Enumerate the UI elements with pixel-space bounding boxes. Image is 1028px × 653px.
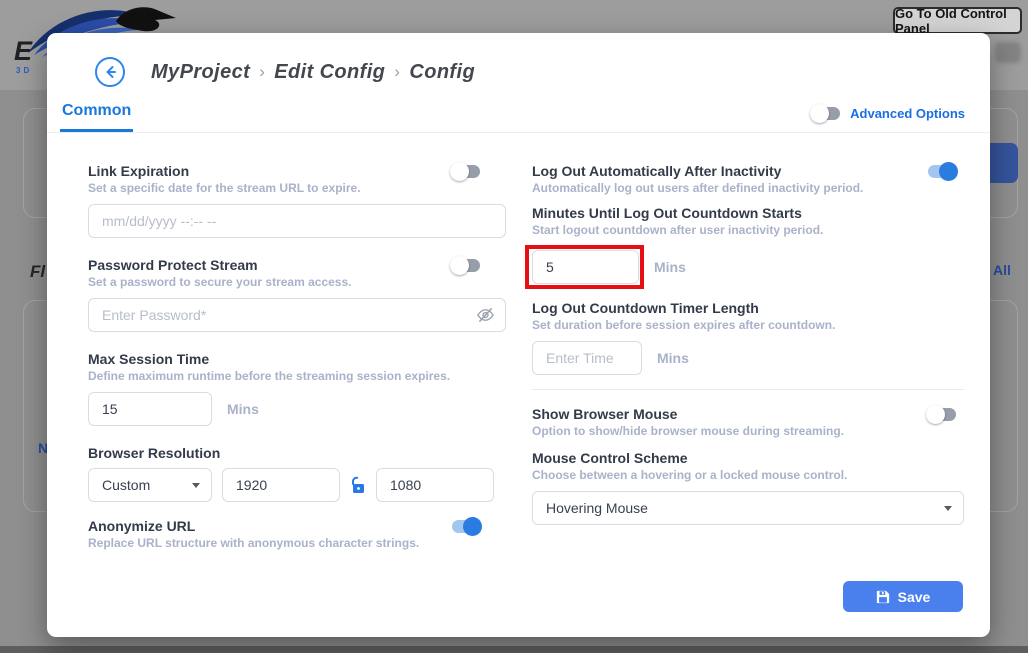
page-footer-strip bbox=[0, 646, 1028, 653]
toggle-knob bbox=[810, 104, 829, 123]
user-menu-blob[interactable] bbox=[995, 42, 1021, 63]
mouse-scheme-value: Hovering Mouse bbox=[546, 500, 648, 516]
show-mouse-toggle[interactable] bbox=[928, 408, 956, 421]
countdown-start-field: Minutes Until Log Out Countdown Starts S… bbox=[532, 205, 964, 284]
link-expiration-description: Set a specific date for the stream URL t… bbox=[88, 181, 506, 195]
password-protect-toggle[interactable] bbox=[452, 259, 480, 272]
password-protect-label: Password Protect Stream bbox=[88, 257, 258, 273]
countdown-length-description: Set duration before session expires afte… bbox=[532, 318, 964, 332]
brand-logo-text-fragment: E bbox=[14, 36, 33, 67]
breadcrumb: MyProject › Edit Config › Config bbox=[151, 61, 475, 84]
dialog-content: Link Expiration Set a specific date for … bbox=[47, 133, 990, 569]
resolution-preset-select[interactable]: Custom bbox=[88, 468, 212, 502]
browser-resolution-field: Browser Resolution Custom bbox=[88, 445, 506, 502]
mouse-scheme-label: Mouse Control Scheme bbox=[532, 450, 688, 466]
countdown-start-input[interactable] bbox=[532, 250, 639, 284]
resolution-height-input[interactable] bbox=[376, 468, 494, 502]
caret-down-icon bbox=[944, 506, 952, 511]
auto-logout-field: Log Out Automatically After Inactivity A… bbox=[532, 163, 964, 195]
anonymize-url-description: Replace URL structure with anonymous cha… bbox=[88, 536, 506, 550]
tab-bar: Common Advanced Options bbox=[47, 102, 990, 133]
link-expiration-toggle[interactable] bbox=[452, 165, 480, 178]
save-button-label: Save bbox=[898, 589, 931, 605]
arrow-left-icon bbox=[102, 64, 118, 80]
countdown-start-label: Minutes Until Log Out Countdown Starts bbox=[532, 205, 802, 221]
breadcrumb-edit-config[interactable]: Edit Config bbox=[274, 61, 385, 84]
advanced-options-label: Advanced Options bbox=[850, 106, 965, 121]
eye-off-icon[interactable] bbox=[476, 306, 495, 324]
auto-logout-label: Log Out Automatically After Inactivity bbox=[532, 163, 781, 179]
anonymize-url-field: Anonymize URL Replace URL structure with… bbox=[88, 518, 506, 550]
link-expiration-label: Link Expiration bbox=[88, 163, 189, 179]
browser-resolution-label: Browser Resolution bbox=[88, 445, 220, 461]
max-session-label: Max Session Time bbox=[88, 351, 209, 367]
max-session-input[interactable] bbox=[88, 392, 212, 426]
countdown-length-input[interactable] bbox=[532, 341, 642, 375]
floppy-disk-icon bbox=[876, 590, 890, 604]
toggle-knob bbox=[939, 162, 958, 181]
toggle-knob bbox=[450, 162, 469, 181]
toggle-knob bbox=[450, 256, 469, 275]
background-heading-fragment: Fl bbox=[30, 262, 45, 282]
resolution-width-input[interactable] bbox=[222, 468, 340, 502]
config-dialog: MyProject › Edit Config › Config Common … bbox=[47, 33, 990, 637]
breadcrumb-config: Config bbox=[409, 61, 475, 84]
show-mouse-label: Show Browser Mouse bbox=[532, 406, 677, 422]
countdown-length-field: Log Out Countdown Timer Length Set durat… bbox=[532, 300, 964, 375]
countdown-length-label: Log Out Countdown Timer Length bbox=[532, 300, 759, 316]
auto-logout-toggle[interactable] bbox=[928, 165, 956, 178]
advanced-options-toggle[interactable] bbox=[812, 107, 840, 120]
breadcrumb-separator: › bbox=[394, 62, 400, 82]
max-session-field: Max Session Time Define maximum runtime … bbox=[88, 351, 506, 426]
section-divider bbox=[532, 389, 964, 390]
anonymize-url-label: Anonymize URL bbox=[88, 518, 195, 534]
countdown-start-unit: Mins bbox=[654, 259, 686, 275]
tab-common[interactable]: Common bbox=[60, 102, 133, 132]
show-mouse-field: Show Browser Mouse Option to show/hide b… bbox=[532, 406, 964, 438]
link-expiration-date-input[interactable] bbox=[88, 204, 506, 238]
auto-logout-description: Automatically log out users after define… bbox=[532, 181, 964, 195]
left-column: Link Expiration Set a specific date for … bbox=[88, 163, 506, 569]
caret-down-icon bbox=[192, 483, 200, 488]
link-expiration-field: Link Expiration Set a specific date for … bbox=[88, 163, 506, 238]
save-button[interactable]: Save bbox=[843, 581, 963, 612]
background-link-fragment-all[interactable]: All bbox=[993, 262, 1011, 278]
password-protect-description: Set a password to secure your stream acc… bbox=[88, 275, 506, 289]
countdown-start-description: Start logout countdown after user inacti… bbox=[532, 223, 964, 237]
show-mouse-description: Option to show/hide browser mouse during… bbox=[532, 424, 964, 438]
mouse-scheme-field: Mouse Control Scheme Choose between a ho… bbox=[532, 450, 964, 525]
resolution-preset-value: Custom bbox=[102, 477, 150, 493]
lock-open-icon[interactable] bbox=[350, 476, 366, 494]
toggle-knob bbox=[926, 405, 945, 424]
brand-logo-subtext-fragment: 3D bbox=[16, 66, 32, 75]
max-session-unit: Mins bbox=[227, 401, 259, 417]
back-button[interactable] bbox=[95, 57, 125, 87]
password-input[interactable] bbox=[88, 298, 506, 332]
mouse-scheme-description: Choose between a hovering or a locked mo… bbox=[532, 468, 964, 482]
mouse-scheme-select[interactable]: Hovering Mouse bbox=[532, 491, 964, 525]
countdown-length-unit: Mins bbox=[657, 350, 689, 366]
password-protect-field: Password Protect Stream Set a password t… bbox=[88, 257, 506, 332]
dialog-header: MyProject › Edit Config › Config bbox=[47, 33, 990, 87]
anonymize-url-toggle[interactable] bbox=[452, 520, 480, 533]
go-to-old-control-panel-button[interactable]: Go To Old Control Panel bbox=[893, 7, 1022, 34]
breadcrumb-project[interactable]: MyProject bbox=[151, 61, 250, 84]
breadcrumb-separator: › bbox=[259, 62, 265, 82]
right-column: Log Out Automatically After Inactivity A… bbox=[532, 163, 964, 569]
max-session-description: Define maximum runtime before the stream… bbox=[88, 369, 506, 383]
toggle-knob bbox=[463, 517, 482, 536]
